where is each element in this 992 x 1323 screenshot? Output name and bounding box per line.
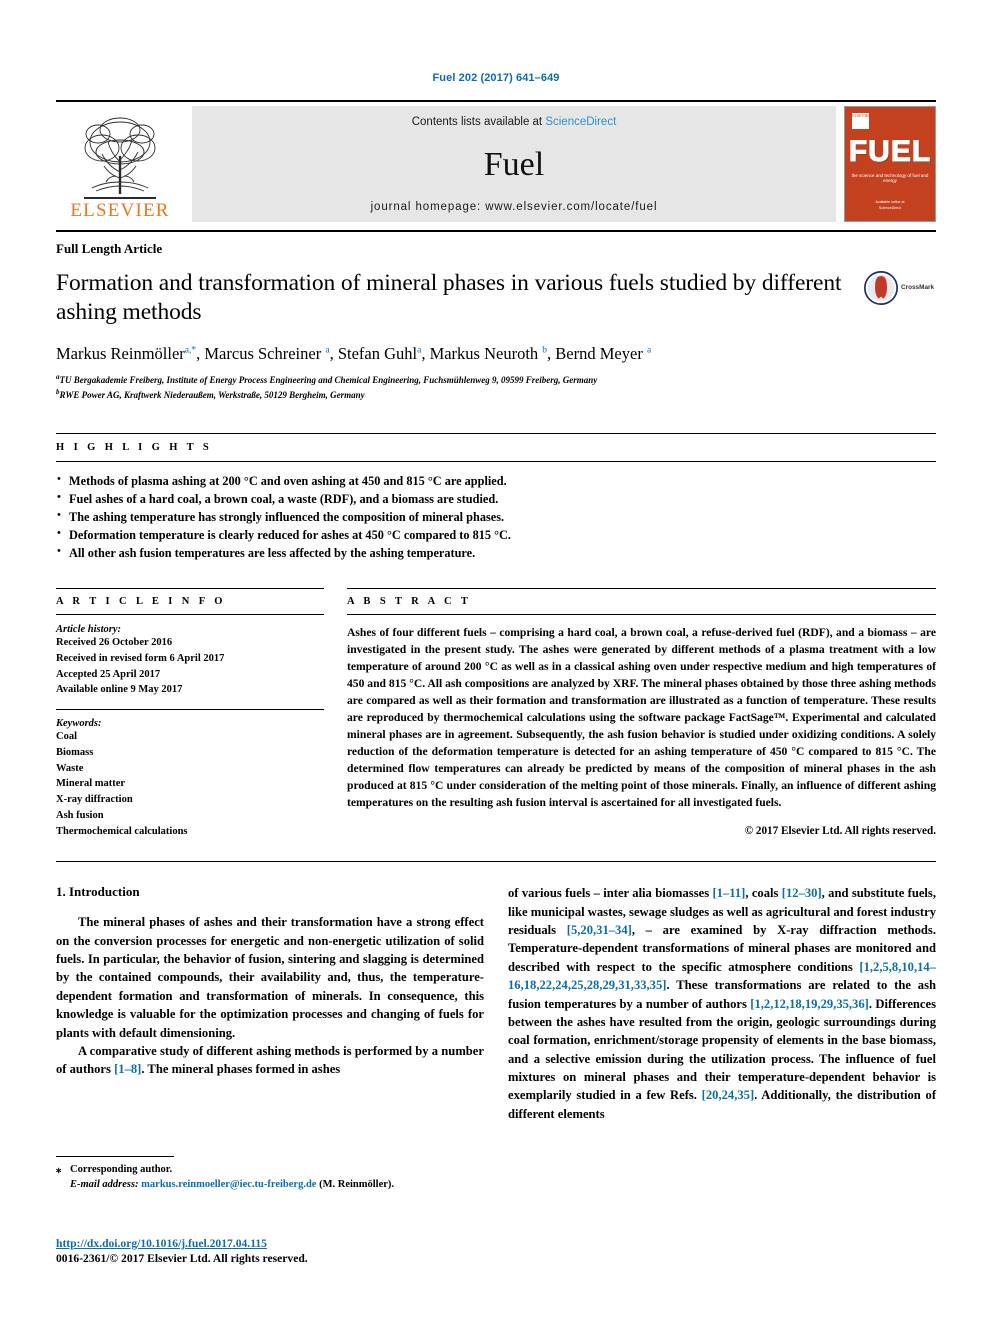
affiliation-a-text: TU Bergakademie Freiberg, Institute of E…: [59, 374, 598, 385]
history-online: Available online 9 May 2017: [56, 684, 183, 696]
footnote-rule: [56, 1156, 174, 1157]
citation-ref[interactable]: [12–30]: [782, 886, 822, 900]
intro-text-run: . Differences between the ashes have res…: [508, 996, 937, 1103]
citation-ref[interactable]: [1–11]: [712, 886, 745, 900]
intro-paragraph-1: The mineral phases of ashes and their tr…: [56, 915, 484, 1040]
highlights-top-rule: [56, 432, 936, 434]
intro-text-run: , coals: [745, 886, 782, 901]
corresponding-author-note: ⁎ Corresponding author.: [56, 1162, 476, 1177]
citation-ref[interactable]: [1–8]: [114, 1062, 141, 1076]
info-abstract-section: A R T I C L E I N F O Article history: R…: [0, 588, 992, 839]
doi-link[interactable]: http://dx.doi.org/10.1016/j.fuel.2017.04…: [56, 1237, 556, 1250]
article-info-column: A R T I C L E I N F O Article history: R…: [56, 588, 324, 839]
cover-bottom-note: Available online at ScienceDirect: [875, 200, 905, 210]
highlights-section: H I G H L I G H T S Methods of plasma as…: [0, 432, 992, 562]
citation-ref[interactable]: [20,24,35]: [702, 1088, 754, 1102]
history-accepted: Accepted 25 April 2017: [56, 668, 161, 680]
keyword-item: Coal: [56, 731, 77, 742]
list-item: Fuel ashes of a hard coal, a brown coal,…: [56, 489, 936, 508]
asterisk-icon: ⁎: [56, 1164, 62, 1175]
email-label: E-mail address:: [70, 1179, 139, 1191]
list-item: All other ash fusion temperatures are le…: [56, 543, 936, 562]
keyword-item: Mineral matter: [56, 778, 126, 790]
intro-paragraph-continued: of various fuels – inter alia biomasses …: [508, 884, 936, 1123]
paper-page: Fuel 202 (2017) 641–649 ELSEVIER Content…: [0, 0, 992, 1323]
body-columns: 1. Introduction The mineral phases of as…: [0, 884, 992, 1123]
crossmark-icon: [864, 271, 898, 305]
highlights-label: H I G H L I G H T S: [56, 441, 213, 453]
footnote-block: ⁎ Corresponding author. E-mail address: …: [56, 1156, 476, 1192]
keyword-item: Biomass: [56, 746, 94, 758]
corresponding-author-text: Corresponding author.: [70, 1164, 173, 1175]
cover-title: FUEL: [848, 135, 932, 169]
article-info-under-rule: [56, 614, 324, 615]
elsevier-wordmark: ELSEVIER: [70, 200, 170, 221]
history-received: Received 26 October 2016: [56, 637, 173, 648]
article-info-label: A R T I C L E I N F O: [56, 596, 226, 607]
list-item: Deformation temperature is clearly reduc…: [56, 525, 936, 544]
article-history-title: Article history:: [56, 624, 122, 635]
page-title: Formation and transformation of mineral …: [56, 270, 842, 326]
author-list: Markus Reinmöllera,*, Marcus Schreiner a…: [56, 344, 652, 364]
article-type-label: Full Length Article: [56, 241, 163, 256]
section-heading-introduction: 1. Introduction: [56, 884, 140, 900]
abstract-top-rule: [347, 588, 936, 589]
crossmark-label: CrossMark: [901, 284, 935, 292]
contents-line: Contents lists available at ScienceDirec…: [412, 116, 617, 128]
citation-ref[interactable]: [5,20,31–34]: [567, 923, 632, 937]
masthead-top-rule: [56, 100, 936, 102]
intro-text-run: of various fuels – inter alia biomasses: [508, 886, 713, 901]
body-column-right: of various fuels – inter alia biomasses …: [508, 884, 936, 1123]
highlights-mid-rule: [56, 460, 936, 462]
sciencedirect-link[interactable]: ScienceDirect: [545, 116, 616, 128]
affiliation-b-text: RWE Power AG, Kraftwerk Niederaußem, Wer…: [59, 390, 365, 401]
highlights-list: Methods of plasma ashing at 200 °C and o…: [56, 471, 936, 562]
issn-copyright-line: 0016-2361/© 2017 Elsevier Ltd. All right…: [56, 1252, 308, 1265]
copyright-line: © 2017 Elsevier Ltd. All rights reserved…: [744, 825, 936, 838]
email-link[interactable]: markus.reinmoeller@iec.tu-freiberg.de: [141, 1179, 316, 1190]
masthead-center: Contents lists available at ScienceDirec…: [192, 106, 836, 222]
contents-prefix: Contents lists available at: [411, 116, 546, 128]
list-item: Methods of plasma ashing at 200 °C and o…: [56, 471, 936, 490]
email-note: E-mail address: markus.reinmoeller@iec.t…: [56, 1177, 476, 1192]
article-header: Full Length Article Formation and transf…: [0, 230, 992, 403]
affiliations: aTU Bergakademie Freiberg, Institute of …: [56, 372, 936, 403]
crossmark-badge[interactable]: CrossMark: [864, 269, 936, 305]
body-separator-rule: [56, 861, 936, 863]
journal-homepage-link[interactable]: journal homepage: www.elsevier.com/locat…: [371, 201, 658, 213]
keyword-item: X-ray diffraction: [56, 794, 133, 805]
abstract-text: Ashes of four different fuels – comprisi…: [347, 626, 936, 810]
keywords-title: Keywords:: [56, 718, 102, 729]
list-item: The ashing temperature has strongly infl…: [56, 507, 936, 526]
intro-p2-post: . The mineral phases formed in ashes: [141, 1062, 341, 1077]
citation-ref[interactable]: [1,2,12,18,19,29,35,36]: [750, 997, 869, 1011]
page-footer: http://dx.doi.org/10.1016/j.fuel.2017.04…: [56, 1237, 556, 1265]
email-suffix: (M. Reinmöller).: [319, 1179, 395, 1191]
journal-masthead: ELSEVIER Contents lists available at Sci…: [0, 100, 992, 222]
article-header-rule: [56, 230, 936, 232]
keyword-item: Ash fusion: [56, 809, 104, 821]
affiliation-a: aTU Bergakademie Freiberg, Institute of …: [56, 372, 936, 388]
cover-elsevier-mark: ELSEVIER: [852, 113, 871, 129]
intro-paragraph-2: A comparative study of different ashing …: [56, 1042, 484, 1079]
cover-subtitle: the science and technology of fuel and e…: [851, 173, 929, 183]
keyword-item: Waste: [56, 762, 84, 774]
abstract-under-rule: [347, 614, 936, 615]
keyword-item: Thermochemical calculations: [56, 825, 188, 837]
journal-cover-thumbnail: ELSEVIER FUEL the science and technology…: [844, 106, 936, 222]
affiliation-b: bRWE Power AG, Kraftwerk Niederaußem, We…: [56, 387, 936, 403]
journal-title: Fuel: [483, 145, 545, 183]
article-info-top-rule: [56, 588, 324, 589]
abstract-column: A B S T R A C T Ashes of four different …: [347, 588, 936, 839]
running-head: Fuel 202 (2017) 641–649: [432, 72, 560, 84]
title-row: Formation and transformation of mineral …: [56, 269, 936, 327]
abstract-label: A B S T R A C T: [347, 596, 472, 607]
keywords-separator-rule: [56, 709, 324, 710]
elsevier-tree-icon: [84, 117, 156, 199]
body-column-left: 1. Introduction The mineral phases of as…: [56, 884, 484, 1123]
elsevier-logo: ELSEVIER: [56, 106, 184, 222]
history-revised: Received in revised form 6 April 2017: [56, 652, 225, 664]
